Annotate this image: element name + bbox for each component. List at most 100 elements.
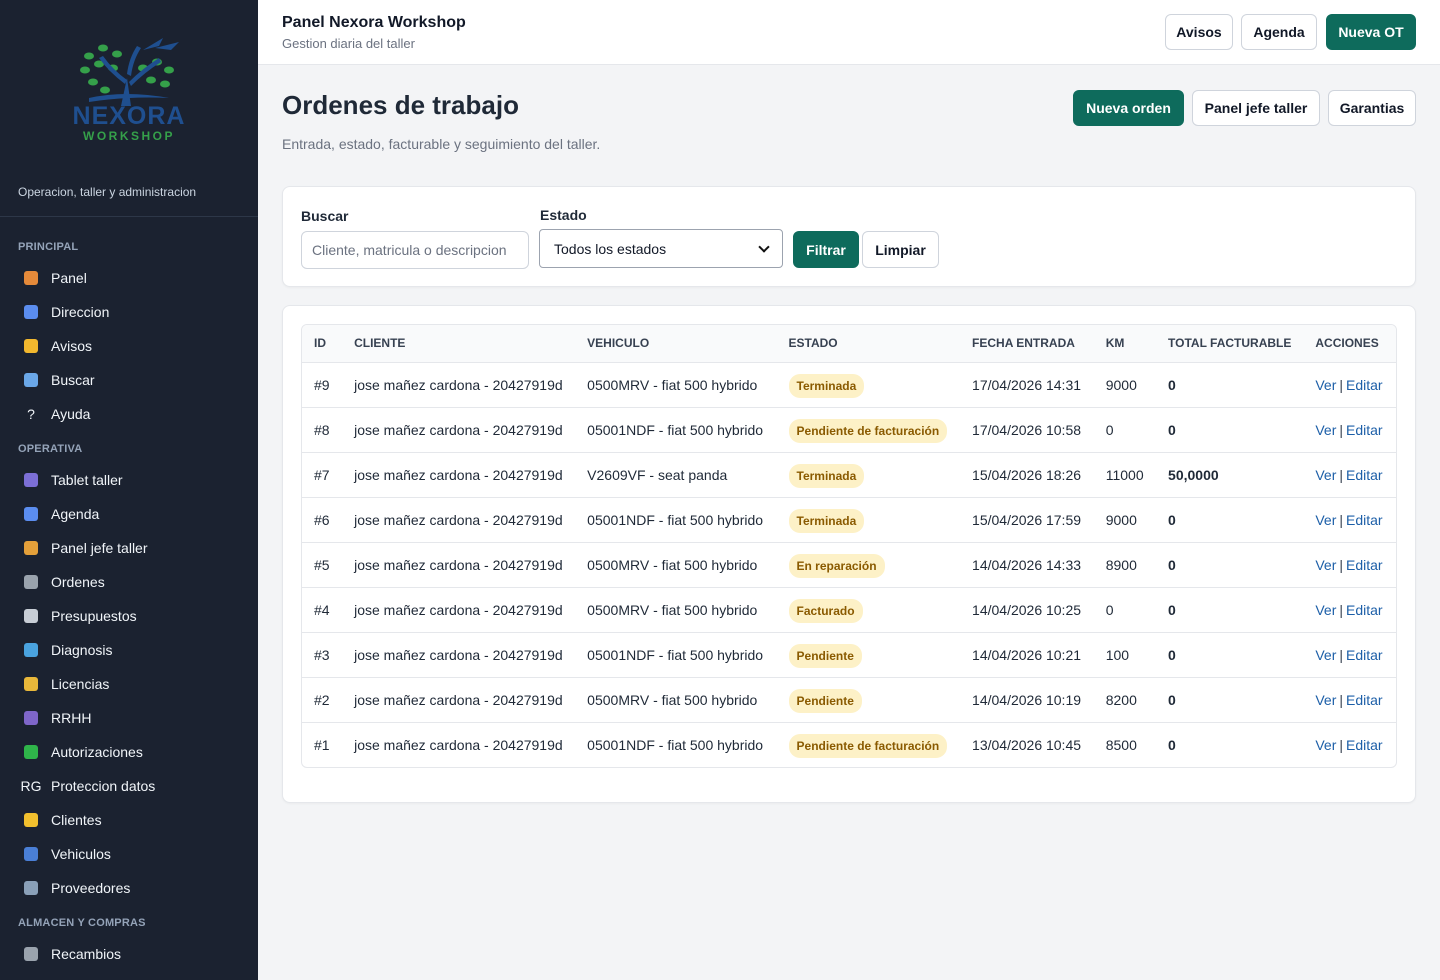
sidebar-item-buscar[interactable]: Buscar [0, 363, 258, 397]
ver-link[interactable]: Ver [1315, 422, 1336, 438]
status-select[interactable]: Todos los estados [539, 229, 783, 268]
search-input[interactable]: Cliente, matricula o descripcion [301, 231, 529, 269]
sidebar: NEXORA WORKSHOP Operacion, taller y admi… [0, 0, 258, 980]
cell-total-facturable: 0 [1156, 632, 1304, 678]
page-title: Ordenes de trabajo [282, 90, 519, 120]
cell-fecha-entrada: 17/04/2026 10:58 [960, 407, 1094, 453]
status-label: Estado [540, 207, 587, 223]
sidebar-item-tablet-taller[interactable]: Tablet taller [0, 463, 258, 497]
editar-link[interactable]: Editar [1346, 512, 1383, 528]
column-header-fecha-entrada[interactable]: FECHA ENTRADA [960, 325, 1094, 363]
sidebar-item-agenda[interactable]: Agenda [0, 497, 258, 531]
logo-tree-icon: NEXORA WORKSHOP [73, 38, 186, 143]
cell-id: #1 [314, 736, 330, 753]
sidebar-item-rrhh[interactable]: RRHH [0, 701, 258, 735]
sidebar-item-presupuestos[interactable]: Presupuestos [0, 599, 258, 633]
column-header-id[interactable]: ID [302, 325, 343, 363]
cell-id: #2 [302, 677, 343, 723]
sidebar-item-vehiculos[interactable]: Vehiculos [0, 837, 258, 871]
ver-link[interactable]: Ver [1315, 692, 1336, 708]
cell-vehiculo: 0500MRV - fiat 500 hybrido [575, 542, 777, 588]
sidebar-item-ayuda[interactable]: ? Ayuda [0, 397, 258, 431]
sidebar-tagline: Operacion, taller y administracion [18, 185, 197, 199]
cell-estado: Pendiente [776, 632, 961, 678]
cell-km: 9000 [1093, 362, 1157, 408]
action-separator: | [1339, 421, 1344, 438]
garantias-button[interactable]: Garantias [1328, 90, 1416, 126]
chart-icon [20, 303, 42, 321]
sidebar-item-diagnosis[interactable]: Diagnosis [0, 633, 258, 667]
ver-link[interactable]: Ver [1315, 512, 1336, 528]
column-header-vehiculo[interactable]: VEHICULO [575, 325, 777, 363]
sidebar-item-clientes[interactable]: Clientes [0, 803, 258, 837]
status-badge: En reparación [788, 553, 885, 578]
cell-km: 100 [1093, 632, 1157, 678]
cell-id: #8 [302, 407, 343, 453]
editar-link[interactable]: Editar [1346, 692, 1383, 708]
filters-card: Buscar Cliente, matricula o descripcion … [282, 186, 1416, 287]
sidebar-item-label: Direccion [51, 304, 110, 320]
editar-link[interactable]: Editar [1346, 377, 1383, 393]
editar-link[interactable]: Editar [1346, 647, 1383, 663]
cell-km: 11000 [1093, 452, 1157, 498]
editar-link[interactable]: Editar [1346, 422, 1383, 438]
status-badge: Terminada [788, 508, 865, 533]
status-badge: Pendiente [788, 643, 862, 668]
sidebar-item-panel-jefe-taller[interactable]: Panel jefe taller [0, 531, 258, 565]
cell-vehiculo: 0500MRV - fiat 500 hybrido [575, 587, 777, 633]
cell-fecha-entrada: 14/04/2026 10:19 [960, 677, 1094, 723]
ver-link[interactable]: Ver [1315, 602, 1336, 618]
rg-icon: RG [20, 778, 42, 794]
svg-text:NEXORA: NEXORA [73, 102, 186, 130]
table-row: #1 jose mañez cardona - 20427919d 05001NDF… [302, 722, 1396, 767]
sidebar-item-recambios[interactable]: Recambios [0, 937, 258, 971]
editar-link[interactable]: Editar [1346, 737, 1383, 753]
sidebar-nav: PRINCIPAL Panel Direccion Avisos Buscar? Ayud… [0, 237, 258, 971]
cell-acciones: Ver | Editar [1303, 497, 1396, 543]
table-row: #2 jose mañez cardona - 20427919d 0500MRV … [302, 677, 1396, 723]
orders-card: ID CLIENTE VEHICULO ESTADO FECHA ENTRADA… [282, 305, 1416, 803]
column-header-km[interactable]: KM [1093, 325, 1157, 363]
ver-link[interactable]: Ver [1315, 467, 1336, 483]
nueva-orden-button[interactable]: Nueva orden [1073, 90, 1184, 126]
ver-link[interactable]: Ver [1315, 377, 1336, 393]
sidebar-item-licencias[interactable]: Licencias [0, 667, 258, 701]
status-select-value: Todos los estados [554, 240, 667, 257]
sidebar-item-autorizaciones[interactable]: Autorizaciones [0, 735, 258, 769]
sidebar-item-proteccion-datos[interactable]: RG Proteccion datos [0, 769, 258, 803]
editar-link[interactable]: Editar [1346, 602, 1383, 618]
search-icon [20, 371, 42, 389]
status-badge: Terminada [788, 373, 865, 398]
nexora-logo[interactable]: NEXORA WORKSHOP [0, 0, 258, 172]
sidebar-divider [0, 216, 258, 217]
panel-jefe-taller-button[interactable]: Panel jefe taller [1192, 90, 1320, 126]
column-header-total-facturable[interactable]: TOTAL FACTURABLE [1156, 325, 1304, 363]
nueva-ot-button[interactable]: Nueva OT [1326, 14, 1416, 50]
avisos-button[interactable]: Avisos [1165, 14, 1233, 50]
action-separator: | [1339, 736, 1344, 753]
sidebar-item-direccion[interactable]: Direccion [0, 295, 258, 329]
editar-link[interactable]: Editar [1346, 467, 1383, 483]
agenda-button[interactable]: Agenda [1241, 14, 1317, 50]
cell-acciones: Ver | Editar [1303, 722, 1396, 767]
sidebar-item-ordenes[interactable]: Ordenes [0, 565, 258, 599]
people-icon [20, 709, 42, 727]
limpiar-button[interactable]: Limpiar [862, 231, 939, 268]
table-row: #9 jose mañez cardona - 20427919d 0500MRV … [302, 362, 1396, 408]
column-header-estado[interactable]: ESTADO [776, 325, 961, 363]
ver-link[interactable]: Ver [1315, 647, 1336, 663]
topbar: Panel Nexora Workshop Gestion diaria del… [258, 0, 1440, 65]
ver-link[interactable]: Ver [1315, 737, 1336, 753]
cell-fecha-entrada: 17/04/2026 14:31 [960, 362, 1094, 408]
editar-link[interactable]: Editar [1346, 557, 1383, 573]
filtrar-button[interactable]: Filtrar [793, 231, 859, 268]
ver-link[interactable]: Ver [1315, 557, 1336, 573]
sidebar-item-label: Autorizaciones [51, 744, 143, 760]
sidebar-item-proveedores[interactable]: Proveedores [0, 871, 258, 905]
sidebar-item-panel[interactable]: Panel [0, 261, 258, 295]
sidebar-item-label: Tablet taller [51, 472, 123, 488]
cell-vehiculo: 05001NDF - fiat 500 hybrido [587, 736, 764, 753]
column-header-cliente[interactable]: CLIENTE [342, 325, 576, 363]
cell-fecha-entrada: 13/04/2026 10:45 [972, 736, 1082, 753]
sidebar-item-avisos[interactable]: Avisos [0, 329, 258, 363]
